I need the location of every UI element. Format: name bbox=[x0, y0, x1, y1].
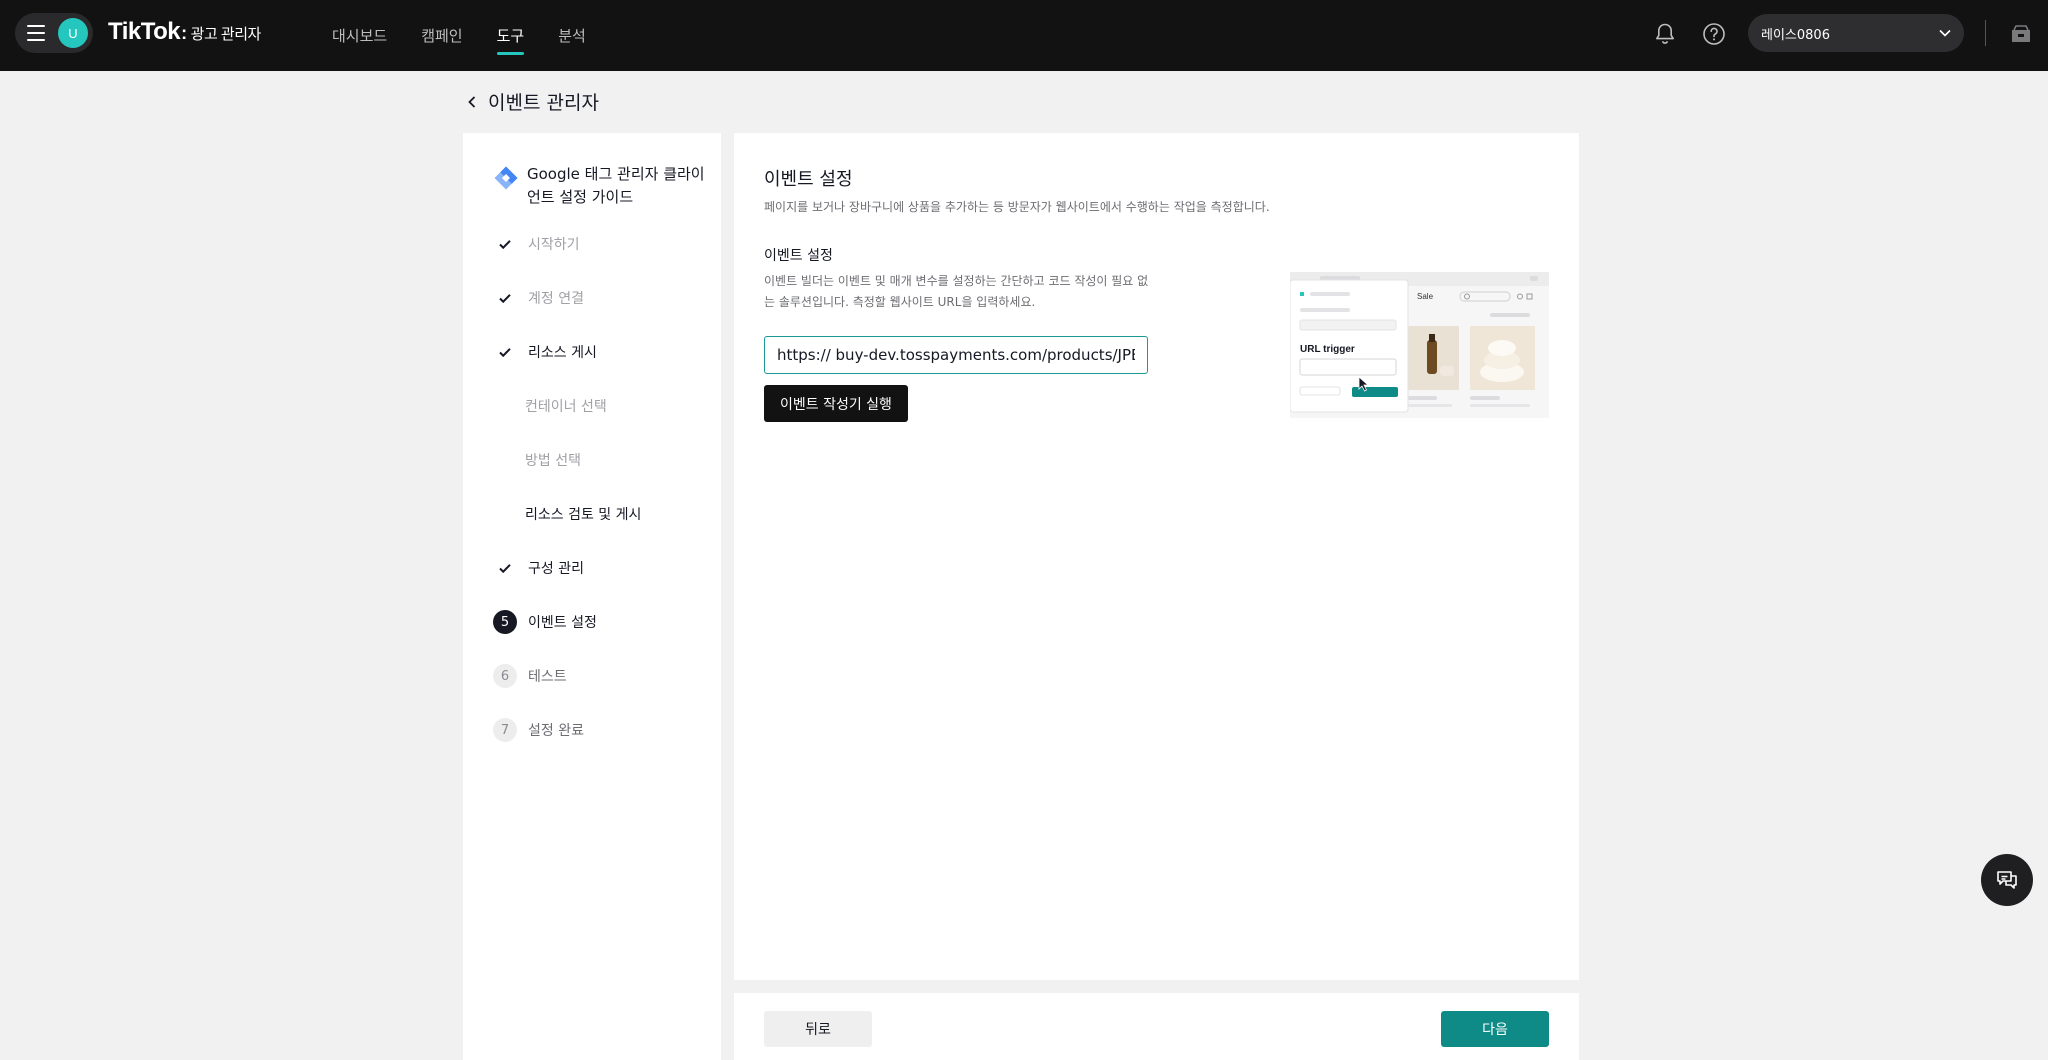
back-to-event-manager[interactable]: 이벤트 관리자 bbox=[466, 88, 599, 115]
step-label: 시작하기 bbox=[528, 237, 580, 253]
menu-pill[interactable]: U bbox=[15, 13, 93, 53]
website-url-input[interactable] bbox=[764, 336, 1148, 374]
step-label: 테스트 bbox=[528, 669, 567, 685]
hamburger-menu-icon[interactable] bbox=[27, 25, 45, 41]
page-title: 이벤트 관리자 bbox=[488, 92, 599, 114]
nav-tools[interactable]: 도구 bbox=[496, 0, 524, 71]
chevron-left-icon bbox=[468, 95, 476, 108]
logo-text: TikTok bbox=[108, 18, 181, 45]
chat-icon bbox=[1997, 871, 2017, 889]
substep-select-method[interactable]: 방법 선택 bbox=[525, 448, 581, 472]
top-navigation-bar: U TikTok : 광고 관리자 대시보드 캠페인 도구 분석 레이스0806 bbox=[0, 0, 2048, 71]
launch-event-builder-button[interactable]: 이벤트 작성기 실행 bbox=[764, 385, 908, 422]
step-number: 5 bbox=[493, 610, 517, 634]
logo-colon: : bbox=[181, 23, 187, 43]
step-publish-resources[interactable]: 리소스 게시 bbox=[493, 340, 597, 364]
step-event-setup[interactable]: 5 이벤트 설정 bbox=[493, 610, 597, 634]
step-number: 6 bbox=[493, 664, 517, 688]
check-icon bbox=[493, 556, 517, 580]
help-icon[interactable] bbox=[1701, 21, 1727, 47]
step-test[interactable]: 6 테스트 bbox=[493, 664, 567, 688]
step-label: 이벤트 설정 bbox=[528, 615, 597, 631]
guide-title: Google 태그 관리자 클라이언트 설정 가이드 bbox=[493, 163, 708, 209]
account-selector[interactable]: 레이스0806 bbox=[1748, 14, 1964, 52]
svg-text:Sale: Sale bbox=[1417, 292, 1434, 301]
business-center-icon[interactable] bbox=[2008, 21, 2034, 47]
logo-subtitle: 광고 관리자 bbox=[190, 26, 262, 43]
back-button[interactable]: 뒤로 bbox=[764, 1011, 872, 1047]
event-builder-illustration: Sale URL trigger bbox=[1290, 272, 1549, 418]
step-label: 설정 완료 bbox=[528, 723, 584, 739]
setup-guide-stepper: Google 태그 관리자 클라이언트 설정 가이드 시작하기 계정 연결 리소… bbox=[463, 133, 721, 1060]
bell-icon[interactable] bbox=[1652, 21, 1678, 47]
support-chat-button[interactable] bbox=[1981, 854, 2033, 906]
svg-text:URL trigger: URL trigger bbox=[1300, 344, 1355, 355]
guide-title-text: Google 태그 관리자 클라이언트 설정 가이드 bbox=[527, 165, 705, 206]
nav-analytics[interactable]: 분석 bbox=[558, 0, 586, 71]
google-tag-manager-icon bbox=[494, 166, 518, 190]
check-icon bbox=[493, 340, 517, 364]
step-connect-account[interactable]: 계정 연결 bbox=[493, 286, 584, 310]
step-label: 리소스 게시 bbox=[528, 345, 597, 361]
step-number: 7 bbox=[493, 718, 517, 742]
nav-campaign[interactable]: 캠페인 bbox=[421, 0, 462, 71]
event-setup-panel: 이벤트 설정 페이지를 보거나 장바구니에 상품을 추가하는 등 방문자가 웹사… bbox=[734, 133, 1579, 980]
next-button[interactable]: 다음 bbox=[1441, 1011, 1549, 1047]
section-description: 페이지를 보거나 장바구니에 상품을 추가하는 등 방문자가 웹사이트에서 수행… bbox=[764, 200, 1270, 214]
tiktok-ads-manager-logo[interactable]: TikTok : 광고 관리자 bbox=[108, 18, 261, 46]
substep-review-publish[interactable]: 리소스 검토 및 게시 bbox=[525, 502, 641, 526]
section-heading: 이벤트 설정 bbox=[764, 169, 853, 190]
subsection-heading: 이벤트 설정 bbox=[764, 248, 833, 264]
subsection-description: 이벤트 빌더는 이벤트 및 매개 변수를 설정하는 간단하고 코드 작성이 필요… bbox=[764, 274, 1149, 309]
check-icon bbox=[493, 232, 517, 256]
step-label: 방법 선택 bbox=[525, 453, 581, 469]
footer-action-bar: 뒤로 다음 bbox=[734, 993, 1579, 1060]
step-label: 리소스 검토 및 게시 bbox=[525, 507, 642, 523]
substep-select-container[interactable]: 컨테이너 선택 bbox=[525, 394, 607, 418]
step-label: 구성 관리 bbox=[528, 561, 584, 577]
divider bbox=[1985, 20, 1986, 46]
check-icon bbox=[493, 286, 517, 310]
step-manage-configuration[interactable]: 구성 관리 bbox=[493, 556, 584, 580]
step-complete-setup[interactable]: 7 설정 완료 bbox=[493, 718, 584, 742]
step-getting-started[interactable]: 시작하기 bbox=[493, 232, 580, 256]
step-label: 컨테이너 선택 bbox=[525, 399, 607, 415]
nav-dashboard[interactable]: 대시보드 bbox=[332, 0, 387, 71]
chevron-down-icon bbox=[1939, 29, 1951, 37]
account-name: 레이스0806 bbox=[1761, 27, 1830, 43]
main-nav: 대시보드 캠페인 도구 분석 bbox=[332, 0, 620, 71]
avatar[interactable]: U bbox=[58, 18, 88, 48]
step-label: 계정 연결 bbox=[528, 291, 584, 307]
